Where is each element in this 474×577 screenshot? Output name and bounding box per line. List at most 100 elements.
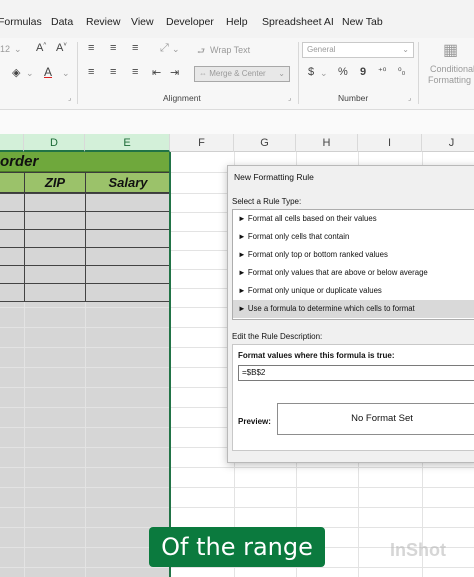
gridline <box>0 487 474 488</box>
rule-type-list: ► Format all cells based on their values… <box>232 209 474 320</box>
table-cell[interactable] <box>85 283 171 302</box>
table-cell[interactable] <box>85 193 171 212</box>
conditional-formatting-label[interactable]: Conditional <box>430 64 474 74</box>
chevron-down-icon[interactable]: ⌄ <box>14 44 22 55</box>
rule-description-panel: Format values where this formula is true… <box>232 344 474 451</box>
rule-type-item[interactable]: ► Format only top or bottom ranked value… <box>233 246 474 264</box>
dialog-launcher-icon[interactable]: ⌟ <box>68 94 71 102</box>
formula-label: Format values where this formula is true… <box>238 351 395 360</box>
chevron-down-icon[interactable]: ⌄ <box>26 68 34 79</box>
currency-button[interactable]: $ <box>308 66 314 78</box>
table-cell[interactable] <box>0 193 25 212</box>
gridline <box>0 467 474 468</box>
rule-type-item[interactable]: ► Format only values that are above or b… <box>233 264 474 282</box>
divider <box>298 42 299 104</box>
video-caption: Of the range <box>149 527 325 567</box>
tab-help[interactable]: Help <box>226 16 248 28</box>
increase-font-icon[interactable]: A^ <box>36 42 46 54</box>
formula-bar-area <box>0 110 474 134</box>
table-cell[interactable] <box>0 211 25 230</box>
column-header-d[interactable]: D <box>24 134 85 152</box>
chevron-down-icon[interactable]: ⌄ <box>172 44 180 55</box>
chevron-down-icon: ⌄ <box>402 45 409 54</box>
align-top-icon[interactable]: ≡ <box>88 42 94 54</box>
table-cell[interactable] <box>85 229 171 248</box>
dialog-launcher-icon[interactable]: ⌟ <box>408 94 411 102</box>
table-cell[interactable] <box>0 247 25 266</box>
column-header-h[interactable]: H <box>296 134 358 152</box>
table-cell[interactable] <box>24 211 86 230</box>
table-cell[interactable] <box>0 229 25 248</box>
align-left-icon[interactable]: ≡ <box>88 66 94 78</box>
table-header-cell[interactable] <box>0 172 25 193</box>
table-cell[interactable] <box>24 247 86 266</box>
select-rule-type-label: Select a Rule Type: <box>232 197 302 206</box>
align-center-icon[interactable]: ≡ <box>110 66 116 78</box>
table-header-salary[interactable]: Salary <box>85 172 171 193</box>
tab-spreadsheet-ai[interactable]: Spreadsheet AI <box>262 16 334 28</box>
column-header-j[interactable]: J <box>422 134 474 152</box>
column-header-f[interactable]: F <box>170 134 234 152</box>
chevron-down-icon[interactable]: ⌄ <box>62 68 70 79</box>
column-header-c[interactable] <box>0 134 24 152</box>
increase-indent-icon[interactable]: ⇥ <box>170 66 179 79</box>
column-header-row: D E F G H I J <box>0 134 474 152</box>
align-right-icon[interactable]: ≡ <box>132 66 138 78</box>
chevron-down-icon[interactable]: ⌄ <box>320 68 328 79</box>
gridline <box>0 507 474 508</box>
table-cell[interactable] <box>0 265 25 284</box>
tab-developer[interactable]: Developer <box>166 16 214 28</box>
rule-type-item[interactable]: ► Format only cells that contain <box>233 228 474 246</box>
preview-label: Preview: <box>238 417 271 426</box>
tab-data[interactable]: Data <box>51 16 73 28</box>
tab-new-tab[interactable]: New Tab <box>342 16 383 28</box>
table-cell[interactable] <box>24 193 86 212</box>
align-middle-icon[interactable]: ≡ <box>110 42 116 54</box>
tab-formulas[interactable]: Formulas <box>0 16 42 28</box>
rule-type-item[interactable]: ► Format only unique or duplicate values <box>233 282 474 300</box>
ribbon: 12 ⌄ A^ A˅ ◈ ⌄ A ⌄ ⌟ ≡ ≡ ≡ ⤢ ⌄ ⮐ Wrap Te… <box>0 38 474 110</box>
wrap-text-icon[interactable]: ⮐ <box>197 44 205 60</box>
orientation-icon[interactable]: ⤢ <box>160 42 169 55</box>
tab-view[interactable]: View <box>131 16 154 28</box>
selection-border <box>169 152 171 577</box>
menu-bar: Formulas Data Review View Developer Help… <box>0 0 474 38</box>
font-color-icon[interactable]: A <box>44 65 52 79</box>
decrease-decimal-icon[interactable]: ⁰₀ <box>398 66 405 77</box>
merge-center-button[interactable]: ⇔ Merge & Center ⌄ <box>194 66 290 82</box>
table-cell[interactable] <box>24 265 86 284</box>
wrap-text-button[interactable]: Wrap Text <box>210 45 250 55</box>
decrease-indent-icon[interactable]: ⇤ <box>152 66 161 79</box>
rule-type-item[interactable]: ► Format all cells based on their values <box>233 210 474 228</box>
new-formatting-rule-dialog: New Formatting Rule Select a Rule Type: … <box>227 165 474 463</box>
fill-color-icon[interactable]: ◈ <box>12 66 20 79</box>
table-cell[interactable] <box>24 229 86 248</box>
align-bottom-icon[interactable]: ≡ <box>132 42 138 54</box>
column-header-g[interactable]: G <box>234 134 296 152</box>
table-header-zip[interactable]: ZIP <box>24 172 86 193</box>
table-cell[interactable] <box>0 283 25 302</box>
increase-decimal-icon[interactable]: ⁺⁰ <box>378 66 386 77</box>
table-title-cell[interactable]: order <box>0 152 170 172</box>
table-cell[interactable] <box>85 247 171 266</box>
dialog-launcher-icon[interactable]: ⌟ <box>288 94 291 102</box>
conditional-formatting-label[interactable]: Formatting <box>428 75 471 85</box>
screen: { "menu_tabs": ["Formulas", "Data", "Rev… <box>0 0 474 577</box>
table-cell[interactable] <box>85 211 171 230</box>
formula-input[interactable]: =$B$2 <box>238 365 474 381</box>
font-size-select[interactable]: 12 <box>0 44 10 54</box>
number-group-label: Number <box>338 93 369 103</box>
column-header-e[interactable]: E <box>85 134 170 152</box>
percent-button[interactable]: % <box>338 66 348 78</box>
decrease-font-icon[interactable]: A˅ <box>56 42 67 54</box>
column-header-i[interactable]: I <box>358 134 422 152</box>
table-cell[interactable] <box>24 283 86 302</box>
rule-type-item-selected[interactable]: ► Use a formula to determine which cells… <box>233 300 474 318</box>
divider <box>77 42 78 104</box>
tab-review[interactable]: Review <box>86 16 120 28</box>
conditional-formatting-icon[interactable]: ▦ <box>443 40 458 60</box>
alignment-group-label: Alignment <box>163 93 201 103</box>
comma-style-button[interactable]: 9 <box>360 66 366 78</box>
number-format-select[interactable]: General ⌄ <box>302 42 414 58</box>
table-cell[interactable] <box>85 265 171 284</box>
